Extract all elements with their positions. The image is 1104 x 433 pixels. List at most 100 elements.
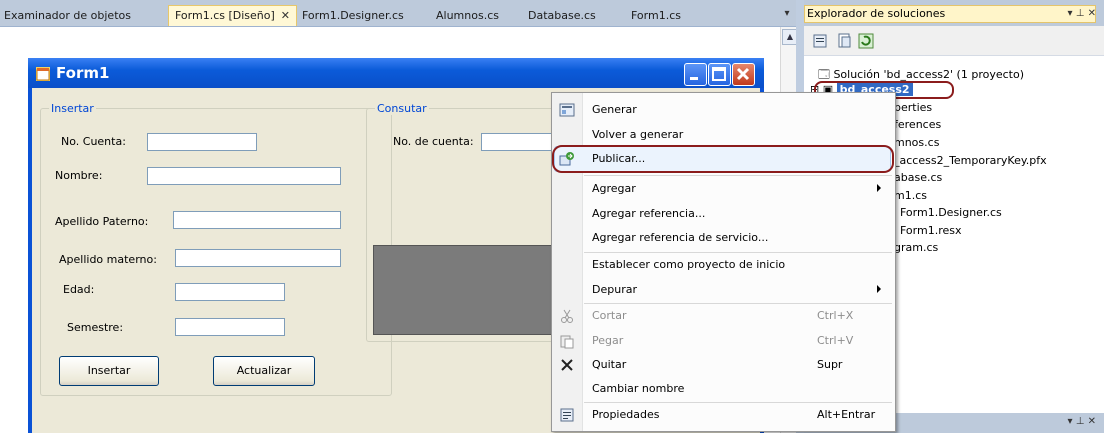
tab-form1-designer[interactable]: Form1.Designer.cs xyxy=(302,6,404,26)
tab-label: Form1.cs [Diseño] xyxy=(175,9,275,22)
menu-separator xyxy=(584,175,892,176)
result-picture-box xyxy=(373,245,569,335)
maximize-icon xyxy=(712,67,726,81)
menu-item-agregar[interactable]: Agregar xyxy=(552,177,895,202)
semester-input[interactable] xyxy=(175,318,285,336)
menu-item-label: Agregar referencia... xyxy=(592,207,706,220)
menu-item-label: Quitar xyxy=(592,358,627,371)
tab-label: Form1.cs xyxy=(631,9,681,22)
menu-item-cambiar-nombre[interactable]: Cambiar nombre xyxy=(552,377,895,402)
menu-item-quitar[interactable]: Quitar Supr xyxy=(552,353,895,378)
cut-icon xyxy=(561,309,573,323)
menu-item-label: Pegar xyxy=(592,334,624,347)
menu-item-label: Generar xyxy=(592,103,637,116)
account-input[interactable] xyxy=(147,133,257,151)
menu-item-label: Cambiar nombre xyxy=(592,382,685,395)
minimize-button[interactable] xyxy=(684,63,707,86)
menu-item-pegar[interactable]: Pegar Ctrl+V xyxy=(552,329,895,354)
submenu-arrow-icon xyxy=(877,285,881,293)
tree-item[interactable]: gram.cs xyxy=(894,241,938,255)
tree-item[interactable]: mnos.cs xyxy=(894,136,939,150)
shortcut-text: Alt+Entrar xyxy=(817,408,876,421)
semester-label: Semestre: xyxy=(67,321,124,334)
tab-form1-cs[interactable]: Form1.cs xyxy=(631,6,681,26)
panel-controls-icon[interactable]: ▾ ⊥ ✕ xyxy=(1068,8,1096,19)
tree-item[interactable]: Form1.Designer.cs xyxy=(900,206,1002,220)
account-label: No. Cuenta: xyxy=(61,135,126,148)
paternal-surname-label: Apellido Paterno: xyxy=(55,215,149,228)
menu-item-propiedades[interactable]: Propiedades Alt+Entrar xyxy=(552,403,895,428)
tab-form1-design[interactable]: Form1.cs [Diseño] ✕ xyxy=(168,5,298,26)
paternal-surname-input[interactable] xyxy=(173,211,341,229)
close-button[interactable] xyxy=(732,63,755,86)
build-icon xyxy=(559,103,575,117)
query-group-title: Consutar xyxy=(375,102,429,115)
menu-item-label: Cortar xyxy=(592,309,627,322)
solution-node[interactable]: 🗔 Solución 'bd_access2' (1 proyecto) xyxy=(818,68,1024,82)
form1-titlebar[interactable]: Form1 xyxy=(28,58,764,88)
tree-item[interactable]: _access2_TemporaryKey.pfx xyxy=(894,154,1047,168)
shortcut-text: Ctrl+X xyxy=(817,309,854,322)
menu-item-agregar-referencia[interactable]: Agregar referencia... xyxy=(552,202,895,227)
tab-label: Form1.Designer.cs xyxy=(302,9,404,22)
menu-item-proyecto-inicio[interactable]: Establecer como proyecto de inicio xyxy=(552,253,895,278)
menu-item-label: Propiedades xyxy=(592,408,660,421)
tree-item[interactable]: perties xyxy=(894,101,932,115)
tab-label: Database.cs xyxy=(528,9,596,22)
tree-item[interactable]: ferences xyxy=(894,118,941,132)
menu-item-depurar[interactable]: Depurar xyxy=(552,278,895,303)
menu-item-cortar[interactable]: Cortar Ctrl+X xyxy=(552,304,895,329)
solution-explorer-header: Explorador de soluciones ▾ ⊥ ✕ xyxy=(804,0,1104,26)
context-menu: Generar Volver a generar Publicar... Agr… xyxy=(551,92,896,432)
query-account-label: No. de cuenta: xyxy=(393,135,474,148)
tree-item[interactable]: m1.cs xyxy=(894,189,927,203)
menu-item-label: Volver a generar xyxy=(592,128,684,141)
tree-item[interactable]: abase.cs xyxy=(894,171,942,185)
document-tab-strip: Examinador de objetos Form1.cs [Diseño] ✕… xyxy=(0,0,796,27)
menu-item-label: Agregar xyxy=(592,182,636,195)
age-label: Edad: xyxy=(63,283,95,296)
tab-label: Examinador de objetos xyxy=(4,9,131,22)
insert-group: Insertar No. Cuenta: Nombre: Apellido Pa… xyxy=(40,102,392,396)
close-icon xyxy=(736,67,750,81)
menu-item-label: Establecer como proyecto de inicio xyxy=(592,258,786,271)
menu-item-label: Depurar xyxy=(592,283,637,296)
name-label: Nombre: xyxy=(55,169,103,182)
shortcut-text: Supr xyxy=(817,358,843,371)
solution-explorer-title: Explorador de soluciones xyxy=(804,5,1096,23)
properties-icon xyxy=(560,408,574,422)
query-group: Consutar No. de cuenta: xyxy=(366,102,571,342)
solution-explorer-toolbar xyxy=(804,27,1104,56)
tab-alumnos[interactable]: Alumnos.cs xyxy=(436,6,499,26)
publicar-highlight-ring xyxy=(552,145,894,173)
tab-overflow-icon[interactable]: ▾ xyxy=(780,6,794,22)
menu-item-agregar-referencia-servicio[interactable]: Agregar referencia de servicio... xyxy=(552,226,895,251)
solution-label: Solución 'bd_access2' (1 proyecto) xyxy=(833,68,1024,81)
tab-object-browser[interactable]: Examinador de objetos xyxy=(4,6,131,26)
solution-icon: 🗔 xyxy=(818,68,830,81)
minimize-icon xyxy=(690,77,698,80)
remove-icon xyxy=(561,359,573,371)
name-input[interactable] xyxy=(147,167,341,185)
menu-item-generar[interactable]: Generar xyxy=(552,98,895,123)
properties-icon[interactable] xyxy=(812,33,828,49)
shortcut-text: Ctrl+V xyxy=(817,334,854,347)
tab-label: Alumnos.cs xyxy=(436,9,499,22)
refresh-icon[interactable] xyxy=(858,33,874,49)
close-icon[interactable]: ✕ xyxy=(281,9,290,22)
menu-item-label: Agregar referencia de servicio... xyxy=(592,231,769,244)
maximize-button[interactable] xyxy=(708,63,731,86)
show-all-files-icon[interactable] xyxy=(836,33,852,49)
update-button[interactable]: Actualizar xyxy=(213,356,315,386)
maternal-surname-input[interactable] xyxy=(175,249,341,267)
tree-item[interactable]: Form1.resx xyxy=(900,224,962,238)
submenu-arrow-icon xyxy=(877,184,881,192)
panel-controls-icon[interactable]: ▾ ⊥ ✕ xyxy=(1068,416,1096,427)
insert-group-title: Insertar xyxy=(49,102,96,115)
age-input[interactable] xyxy=(175,283,285,301)
paste-icon xyxy=(560,335,574,349)
maternal-surname-label: Apellido materno: xyxy=(59,253,157,266)
form1-title: Form1 xyxy=(56,64,110,82)
tab-database[interactable]: Database.cs xyxy=(528,6,596,26)
insert-button[interactable]: Insertar xyxy=(59,356,159,386)
